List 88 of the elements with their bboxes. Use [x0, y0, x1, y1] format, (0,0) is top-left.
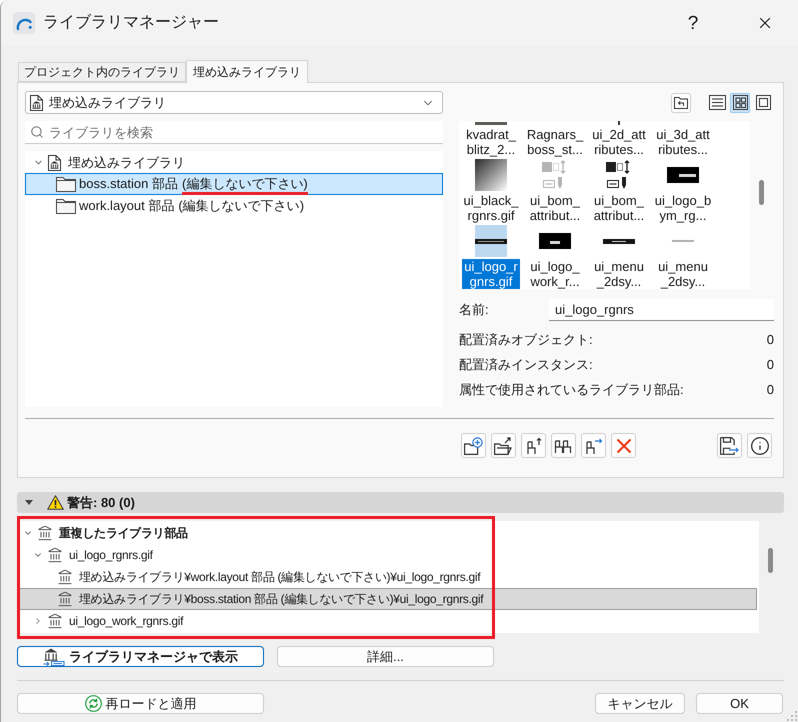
- property-label: 属性で使用されているライブラリ部品:: [459, 380, 684, 399]
- tree-item[interactable]: ui_logo_rgnrs.gif: [17, 544, 158, 566]
- tree-item[interactable]: 重複したライブラリ部品: [17, 522, 193, 544]
- line-thumbnail: [672, 240, 694, 242]
- gradient-thumbnail: [475, 159, 507, 191]
- warning-icon: [47, 495, 64, 510]
- tab[interactable]: プロジェクト内のライブラリ: [18, 62, 186, 82]
- details-button[interactable]: 詳細...: [277, 646, 494, 667]
- property-value: 0: [766, 356, 774, 374]
- thumbnail-label[interactable]: ui_logo_ work_r...: [528, 259, 582, 289]
- caret-down-icon[interactable]: [25, 500, 33, 505]
- library-file-icon: [30, 94, 43, 110]
- grid-view-button[interactable]: [730, 92, 750, 112]
- thumbnail-label[interactable]: Ragnars_ boss_st...: [524, 127, 586, 157]
- library-icon: [57, 569, 73, 585]
- chair-arrow-icon: [584, 436, 603, 454]
- save-export-icon: [720, 436, 739, 454]
- toolbar-button[interactable]: [551, 433, 576, 458]
- delete-icon: [616, 438, 632, 454]
- toolbar-button[interactable]: [461, 433, 486, 458]
- thumbnail-label[interactable]: ui_3d_att ributes...: [654, 127, 712, 157]
- list-view-icon: [708, 95, 726, 110]
- ok-button[interactable]: OK: [696, 693, 783, 714]
- name-field[interactable]: ui_logo_rgnrs: [549, 299, 774, 321]
- tree-item[interactable]: 埋め込みライブラリ¥boss.station 部品 (編集しないで下さい)¥ui_logo_rgnrs.gif: [17, 588, 757, 610]
- add-folder-icon: [464, 436, 483, 454]
- refresh-icon: [84, 695, 102, 712]
- thumbnail-label[interactable]: ui_black_ rgnrs.gif: [462, 193, 520, 223]
- toolbar-button[interactable]: [717, 433, 742, 458]
- tab[interactable]: 埋め込みライブラリ: [186, 60, 308, 83]
- folder-note: (編集しないで下さい): [182, 173, 308, 195]
- folder-icon: [56, 198, 76, 214]
- strip-thumbnail: [603, 238, 635, 244]
- banner-thumbnail: [667, 167, 699, 183]
- tree-item[interactable]: 埋め込みライブラリ¥work.layout 部品 (編集しないで下さい)¥ui_logo_rgnrs.gif: [17, 566, 486, 588]
- property-value: 0: [766, 380, 774, 399]
- property-label: 配置済みインスタンス:: [459, 356, 593, 374]
- help-button[interactable]: ?: [681, 9, 705, 37]
- thumbnail-label[interactable]: ui_menu _2dsy...: [656, 259, 710, 289]
- library-list-icon: [43, 648, 65, 666]
- library-icon: [57, 591, 73, 607]
- chair-arrow-icon: [524, 436, 542, 454]
- thumbnail-label[interactable]: kvadrat_ blitz_2...: [464, 127, 518, 157]
- field-label: 名前:: [459, 301, 489, 320]
- banner-thumbnail: [539, 233, 571, 249]
- property-label: 配置済みオブジェクト:: [459, 330, 593, 349]
- preview-view-button[interactable]: [753, 92, 773, 112]
- scrollbar-thumb[interactable]: [759, 180, 764, 205]
- app-logo-icon: [13, 12, 35, 34]
- thumbnail-label[interactable]: ui_logo_b ym_rg...: [652, 193, 714, 223]
- search-icon: [30, 125, 44, 139]
- thumbnail-label[interactable]: ui_menu _2dsy...: [592, 259, 646, 289]
- scrollbar-thumb[interactable]: [768, 548, 773, 573]
- warning-count: 警告: 80 (0): [67, 494, 135, 512]
- library-file-icon: [48, 154, 61, 170]
- cancel-button[interactable]: キャンセル: [595, 693, 685, 714]
- grid-view-icon: [732, 95, 748, 110]
- tree-item[interactable]: boss.station 部品 (編集しないで下さい): [25, 173, 443, 195]
- window-title: ライブラリマネージャー: [43, 12, 219, 33]
- toolbar-button[interactable]: [747, 433, 772, 458]
- show-in-manager-button[interactable]: ライブラリマネージャで表示: [17, 646, 264, 667]
- property-value: 0: [766, 330, 774, 349]
- parent-folder-icon: [674, 96, 688, 108]
- library-icon: [47, 547, 63, 563]
- bar-thumbnail: [475, 122, 507, 125]
- library-icon: [37, 525, 53, 541]
- toolbar-button[interactable]: [581, 433, 606, 458]
- tree-item[interactable]: work.layout 部品 (編集しないで下さい): [25, 195, 310, 217]
- library-dropdown[interactable]: 埋め込みライブラリ: [25, 91, 443, 114]
- info-icon: [750, 436, 770, 456]
- folder-note: (編集しないで下さい): [178, 197, 304, 215]
- thumbnail-label[interactable]: ui_logo_r gnrs.gif: [462, 259, 520, 289]
- reload-apply-button[interactable]: 再ロードと適用: [17, 693, 264, 714]
- folder-arrow-icon: [494, 436, 513, 454]
- library-icon: [47, 613, 63, 629]
- parent-folder-button[interactable]: [671, 92, 691, 112]
- toolbar-button[interactable]: [521, 433, 546, 458]
- tree-item[interactable]: ui_logo_work_rgnrs.gif: [17, 610, 188, 632]
- thumbnail-label[interactable]: ui_bom_ attribut...: [592, 193, 646, 223]
- list-view-button[interactable]: [707, 92, 727, 112]
- folder-icon: [56, 176, 76, 192]
- preview-view-icon: [756, 95, 770, 110]
- thumbnail-label[interactable]: ui_bom_ attribut...: [528, 193, 582, 223]
- toolbar-button[interactable]: [491, 433, 516, 458]
- search-field[interactable]: ライブラリを検索: [25, 121, 443, 144]
- warning-header[interactable]: 警告: 80 (0): [17, 492, 784, 513]
- thumbnail-label[interactable]: ui_2d_att ributes...: [590, 127, 648, 157]
- tree-item[interactable]: 埋め込みライブラリ: [25, 152, 190, 173]
